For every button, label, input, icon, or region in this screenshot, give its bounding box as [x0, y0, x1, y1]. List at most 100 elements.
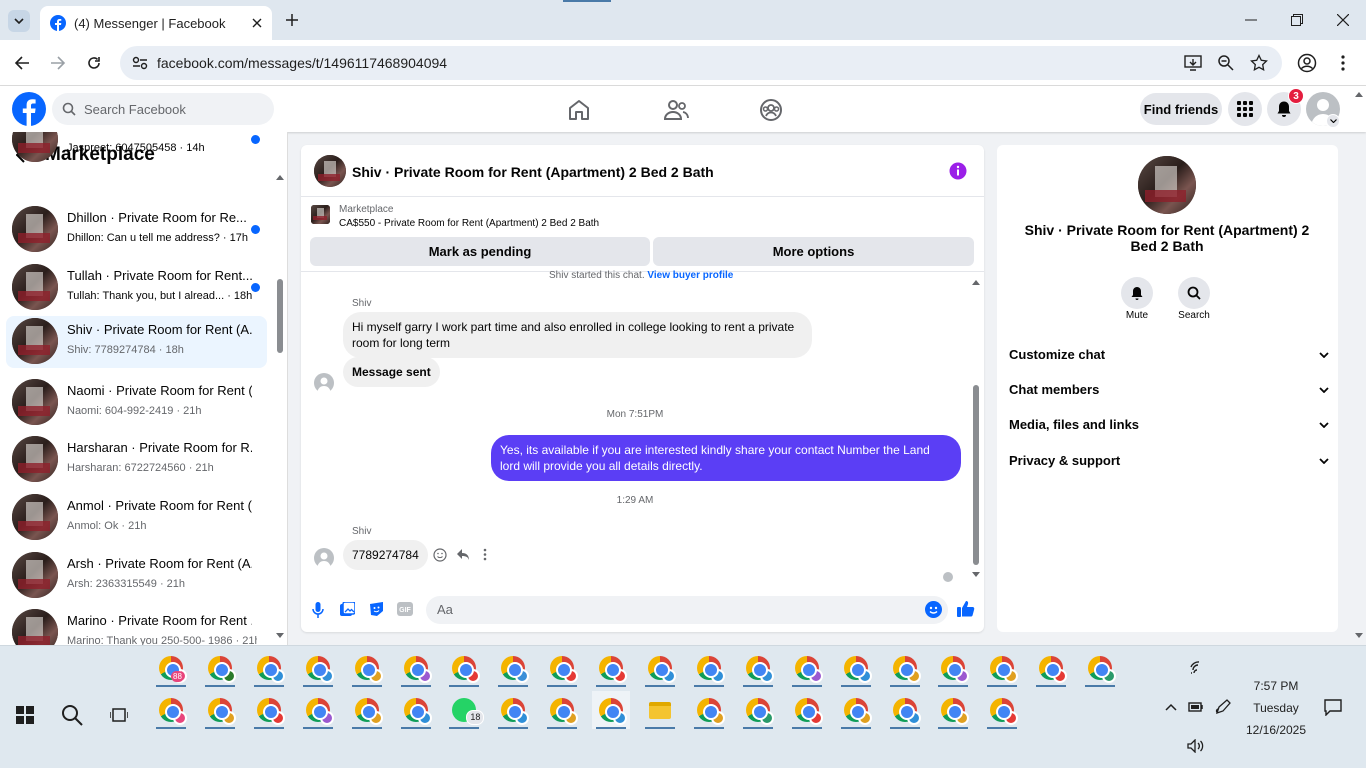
- scrollbar-thumb[interactable]: [973, 385, 979, 565]
- taskbar-chrome-window[interactable]: [1032, 649, 1070, 687]
- menu-button[interactable]: [1228, 92, 1262, 126]
- sidebar-conversation-item[interactable]: Naomi · Private Room for Rent (... Naomi:…: [6, 377, 267, 429]
- taskbar-chrome-window[interactable]: 88: [152, 649, 190, 687]
- close-window-button[interactable]: [1320, 0, 1366, 40]
- browser-menu-button[interactable]: [1327, 47, 1359, 79]
- forward-button[interactable]: [42, 47, 74, 79]
- find-friends-button[interactable]: Find friends: [1140, 93, 1222, 125]
- scrollbar-thumb[interactable]: [277, 279, 283, 353]
- taskbar-chrome-window[interactable]: [886, 649, 924, 687]
- taskbar-chrome-window[interactable]: [1081, 649, 1119, 687]
- more-options-button[interactable]: More options: [653, 237, 974, 266]
- taskbar-chrome-window[interactable]: [934, 649, 972, 687]
- tab-search-button[interactable]: [8, 10, 30, 32]
- taskbar-chrome-window[interactable]: [445, 649, 483, 687]
- media-files-links-section[interactable]: Media, files and links: [1009, 417, 1329, 432]
- customize-chat-section[interactable]: Customize chat: [1009, 347, 1329, 362]
- taskbar-chrome-window[interactable]: [592, 691, 631, 729]
- sidebar-scrollbar[interactable]: [274, 172, 286, 643]
- taskbar-chrome-window[interactable]: [250, 649, 288, 687]
- taskbar-chrome-window[interactable]: [250, 691, 288, 729]
- message-input[interactable]: Aa: [426, 596, 948, 624]
- site-settings-icon[interactable]: [132, 56, 148, 70]
- scroll-up-icon[interactable]: [275, 174, 285, 180]
- chevron-up-icon[interactable]: [1165, 703, 1177, 711]
- taskbar-chrome-window[interactable]: [494, 691, 532, 729]
- photo-icon[interactable]: [340, 602, 355, 617]
- taskbar-chrome-window[interactable]: [152, 691, 190, 729]
- chat-members-section[interactable]: Chat members: [1009, 382, 1329, 397]
- clock-day[interactable]: Tuesday: [1236, 701, 1316, 715]
- taskbar-chrome-window[interactable]: [983, 649, 1021, 687]
- sidebar-conversation-item[interactable]: Dhillon · Private Room for Re... Dhillon:…: [6, 204, 267, 256]
- chat-avatar[interactable]: [314, 155, 346, 187]
- message-bubble-received[interactable]: Message sent: [343, 357, 440, 387]
- sidebar-conversation-item[interactable]: Shiv · Private Room for Rent (A... Shiv: …: [6, 316, 267, 368]
- scroll-down-icon[interactable]: [1354, 633, 1364, 639]
- restore-button[interactable]: [1274, 0, 1320, 40]
- browser-tab-messenger[interactable]: (4) Messenger | Facebook: [40, 6, 272, 40]
- clock-date[interactable]: 12/16/2025: [1236, 723, 1316, 737]
- chat-title[interactable]: Shiv · Private Room for Rent (Apartment)…: [352, 164, 714, 180]
- taskbar-chrome-window[interactable]: [837, 649, 875, 687]
- taskbar-chrome-window[interactable]: [788, 649, 826, 687]
- taskbar-chrome-window[interactable]: [739, 649, 777, 687]
- taskbar-chrome-window[interactable]: [201, 691, 239, 729]
- groups-nav-button[interactable]: [759, 98, 783, 122]
- taskbar-chrome-window[interactable]: [934, 691, 972, 729]
- microphone-icon[interactable]: [312, 602, 324, 618]
- chat-scrollbar[interactable]: [970, 278, 982, 582]
- pen-icon[interactable]: [1215, 699, 1231, 715]
- taskbar-chrome-window[interactable]: [299, 649, 337, 687]
- taskbar-chrome-window[interactable]: [543, 691, 581, 729]
- facebook-logo-icon[interactable]: [12, 92, 46, 126]
- sidebar-conversation-item[interactable]: Harsharan · Private Room for R... Harshar…: [6, 434, 267, 486]
- profile-button[interactable]: [1291, 47, 1323, 79]
- back-button[interactable]: [6, 47, 38, 79]
- view-buyer-profile-link[interactable]: View buyer profile: [647, 270, 733, 281]
- mute-button[interactable]: [1121, 277, 1153, 309]
- info-icon[interactable]: [949, 162, 967, 180]
- new-tab-button[interactable]: [282, 10, 302, 30]
- taskbar-chrome-window[interactable]: [543, 649, 581, 687]
- taskbar-chrome-window[interactable]: [837, 691, 875, 729]
- mark-as-pending-button[interactable]: Mark as pending: [310, 237, 650, 266]
- page-scrollbar[interactable]: [1353, 90, 1365, 643]
- scroll-down-icon[interactable]: [971, 572, 981, 578]
- close-tab-icon[interactable]: [252, 18, 262, 28]
- taskbar-chrome-window[interactable]: [983, 691, 1021, 729]
- taskbar-chrome-window[interactable]: [592, 649, 630, 687]
- zoom-out-icon[interactable]: [1217, 54, 1235, 72]
- taskbar-chrome-window[interactable]: [739, 691, 777, 729]
- sidebar-conversation-item[interactable]: Tullah · Private Room for Rent... Tullah:…: [6, 262, 267, 314]
- message-bubble-sent[interactable]: Yes, its available if you are interested…: [491, 435, 961, 481]
- scroll-up-icon[interactable]: [971, 279, 981, 285]
- search-facebook-input[interactable]: Search Facebook: [52, 93, 274, 125]
- account-chevron[interactable]: [1326, 114, 1340, 128]
- start-button[interactable]: [6, 696, 44, 734]
- network-icon[interactable]: [1189, 661, 1205, 675]
- message-bubble-received[interactable]: 7789274784: [343, 540, 428, 570]
- volume-icon[interactable]: [1187, 739, 1205, 753]
- friends-nav-button[interactable]: [662, 98, 690, 122]
- minimize-button[interactable]: [1228, 0, 1274, 40]
- reply-icon[interactable]: [456, 548, 470, 561]
- taskbar-chrome-window[interactable]: [397, 649, 435, 687]
- taskbar-search-button[interactable]: [53, 696, 91, 734]
- react-emoji-icon[interactable]: [433, 548, 447, 562]
- taskbar-chrome-window[interactable]: [348, 649, 386, 687]
- sender-avatar[interactable]: [314, 548, 334, 568]
- bookmark-star-icon[interactable]: [1250, 54, 1268, 72]
- notification-center-icon[interactable]: [1324, 699, 1342, 716]
- listing-thumbnail[interactable]: [311, 205, 330, 224]
- taskbar-chrome-window[interactable]: [886, 691, 924, 729]
- more-actions-icon[interactable]: [483, 548, 487, 561]
- taskbar-chrome-window[interactable]: [201, 649, 239, 687]
- taskbar-chrome-window[interactable]: [690, 691, 728, 729]
- listing-detail[interactable]: CA$550 - Private Room for Rent (Apartmen…: [339, 218, 599, 229]
- info-avatar[interactable]: [1138, 156, 1196, 214]
- battery-icon[interactable]: [1188, 701, 1204, 713]
- sticker-icon[interactable]: [369, 601, 384, 617]
- taskbar-chrome-window[interactable]: [788, 691, 826, 729]
- sidebar-conversation-item[interactable]: Anmol · Private Room for Rent (... Anmol:…: [6, 492, 267, 544]
